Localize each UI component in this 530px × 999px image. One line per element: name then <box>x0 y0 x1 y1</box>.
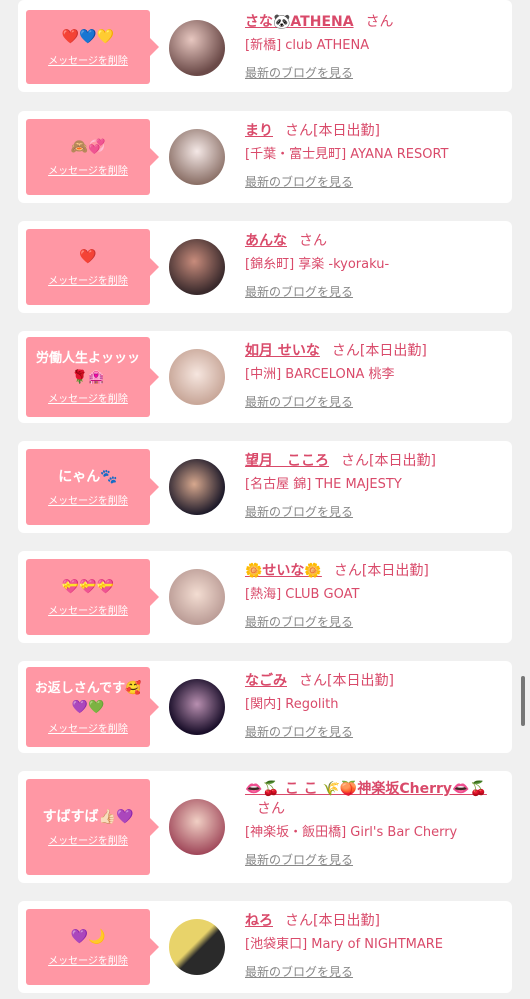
delete-message-link[interactable]: メッセージを削除 <box>48 832 128 847</box>
latest-blog-link[interactable]: 最新のブログを見る <box>245 174 353 190</box>
shop-name: [名古屋 錦] THE MAJESTY <box>245 477 402 492</box>
message-bubble: 💜🌙 メッセージを削除 <box>26 909 159 985</box>
delete-message-link[interactable]: メッセージを削除 <box>48 390 128 405</box>
message-bubble: お返しさんです🥰 💜💚 メッセージを削除 <box>26 667 159 747</box>
honorific: さん <box>299 673 327 689</box>
honorific: さん <box>257 801 285 817</box>
honorific: さん <box>365 14 394 30</box>
message-text: にゃん🐾 <box>58 469 118 485</box>
list-item: 💝💝💝 メッセージを削除 🌼せいな🌼 さん[本日出勤] [熱海] CLUB GOA… <box>18 551 512 643</box>
cast-name-link[interactable]: 如月 せいな <box>245 343 320 359</box>
list-item: お返しさんです🥰 💜💚 メッセージを削除 なごみ さん[本日出勤] [関内] Re… <box>18 661 512 753</box>
message-text: ❤️ <box>79 249 97 265</box>
latest-blog-link[interactable]: 最新のブログを見る <box>245 724 353 740</box>
honorific: さん <box>285 913 313 929</box>
status-badge: [本日出勤] <box>361 563 429 579</box>
cast-name-link[interactable]: あんな <box>245 233 287 249</box>
delete-message-link[interactable]: メッセージを削除 <box>48 952 128 967</box>
list-item: にゃん🐾 メッセージを削除 望月 こころ さん[本日出勤] [名古屋 錦] THE… <box>18 441 512 533</box>
latest-blog-link[interactable]: 最新のブログを見る <box>245 504 353 520</box>
cast-name-link[interactable]: 望月 こころ <box>245 453 329 469</box>
avatar[interactable] <box>169 569 225 625</box>
status-badge: [本日出勤] <box>313 913 380 929</box>
list-item: 🙈💞 メッセージを削除 まり さん[本日出勤] [千葉・富士見町] AYANA R… <box>18 111 512 203</box>
delete-message-link[interactable]: メッセージを削除 <box>48 272 128 287</box>
avatar[interactable] <box>169 20 225 76</box>
list-item: すばすば👍🏻💜 メッセージを削除 👄🍒 こ こ 🌾🍑神楽坂Cherry👄🍒さん … <box>18 771 512 883</box>
delete-message-link[interactable]: メッセージを削除 <box>48 492 128 507</box>
latest-blog-link[interactable]: 最新のブログを見る <box>245 65 353 81</box>
list-item: ❤️💙💛 メッセージを削除 さな🐼ATHENA さん [新橋] club ATHE… <box>18 0 512 92</box>
cast-name-link[interactable]: ねろ <box>245 913 273 929</box>
cast-name-link[interactable]: 🌼せいな🌼 <box>245 563 322 579</box>
shop-name: [池袋東口] Mary of NIGHTMARE <box>245 937 443 952</box>
honorific: さん <box>331 343 360 359</box>
avatar[interactable] <box>169 129 225 185</box>
avatar[interactable] <box>169 459 225 515</box>
shop-name: [錦糸町] 享楽 -kyoraku- <box>245 257 390 272</box>
shop-name: [千葉・富士見町] AYANA RESORT <box>245 147 449 162</box>
shop-name: [新橋] club ATHENA <box>245 38 370 53</box>
avatar[interactable] <box>169 919 225 975</box>
cast-name-link[interactable]: さな🐼ATHENA <box>245 14 354 30</box>
cast-name-link[interactable]: なごみ <box>245 673 287 689</box>
delete-message-link[interactable]: メッセージを削除 <box>48 720 128 735</box>
status-badge: [本日出勤] <box>327 673 394 689</box>
message-bubble: すばすば👍🏻💜 メッセージを削除 <box>26 779 159 875</box>
scrollbar-thumb[interactable] <box>521 676 525 726</box>
list-item: ❤️ メッセージを削除 あんな さん [錦糸町] 享楽 -kyoraku- 最新の… <box>18 221 512 313</box>
message-text: 労働人生よッッッ 🌹🏩 <box>35 351 140 385</box>
latest-blog-link[interactable]: 最新のブログを見る <box>245 614 353 630</box>
list-item: 💜🌙 メッセージを削除 ねろ さん[本日出勤] [池袋東口] Mary of NI… <box>18 901 512 993</box>
message-bubble: ❤️💙💛 メッセージを削除 <box>26 10 159 84</box>
cast-name-link[interactable]: 👄🍒 こ こ 🌾🍑神楽坂Cherry👄🍒 <box>245 781 487 797</box>
avatar[interactable] <box>169 349 225 405</box>
honorific: さん <box>299 233 327 249</box>
delete-message-link[interactable]: メッセージを削除 <box>48 602 128 617</box>
message-bubble: ❤️ メッセージを削除 <box>26 229 159 305</box>
status-badge: [本日出勤] <box>359 343 427 359</box>
status-badge: [本日出勤] <box>369 453 436 469</box>
message-bubble: 💝💝💝 メッセージを削除 <box>26 559 159 635</box>
message-bubble: 🙈💞 メッセージを削除 <box>26 119 159 195</box>
latest-blog-link[interactable]: 最新のブログを見る <box>245 284 353 300</box>
message-bubble: 労働人生よッッッ 🌹🏩 メッセージを削除 <box>26 337 159 417</box>
list-item: 労働人生よッッッ 🌹🏩 メッセージを削除 如月 せいな さん[本日出勤] [中洲]… <box>18 331 512 423</box>
message-text: ❤️💙💛 <box>61 29 115 45</box>
cast-name-link[interactable]: まり <box>245 123 273 139</box>
shop-name: [中洲] BARCELONA 桃李 <box>245 367 395 382</box>
message-text: 🙈💞 <box>70 139 106 155</box>
message-text: 💜🌙 <box>70 929 106 945</box>
avatar[interactable] <box>169 799 225 855</box>
delete-message-link[interactable]: メッセージを削除 <box>48 52 128 67</box>
delete-message-link[interactable]: メッセージを削除 <box>48 162 128 177</box>
honorific: さん <box>341 453 369 469</box>
shop-name: [関内] Regolith <box>245 697 339 712</box>
latest-blog-link[interactable]: 最新のブログを見る <box>245 964 353 980</box>
shop-name: [熱海] CLUB GOAT <box>245 587 360 602</box>
honorific: さん <box>285 123 313 139</box>
shop-name: [神楽坂・飯田橋] Girl's Bar Cherry <box>245 825 458 840</box>
message-text: すばすば👍🏻💜 <box>42 809 134 825</box>
avatar[interactable] <box>169 239 225 295</box>
message-text: お返しさんです🥰 💜💚 <box>34 681 142 715</box>
message-text: 💝💝💝 <box>61 579 115 595</box>
avatar[interactable] <box>169 679 225 735</box>
status-badge: [本日出勤] <box>313 123 380 139</box>
honorific: さん <box>333 563 362 579</box>
latest-blog-link[interactable]: 最新のブログを見る <box>245 852 353 868</box>
message-bubble: にゃん🐾 メッセージを削除 <box>26 449 159 525</box>
latest-blog-link[interactable]: 最新のブログを見る <box>245 394 353 410</box>
